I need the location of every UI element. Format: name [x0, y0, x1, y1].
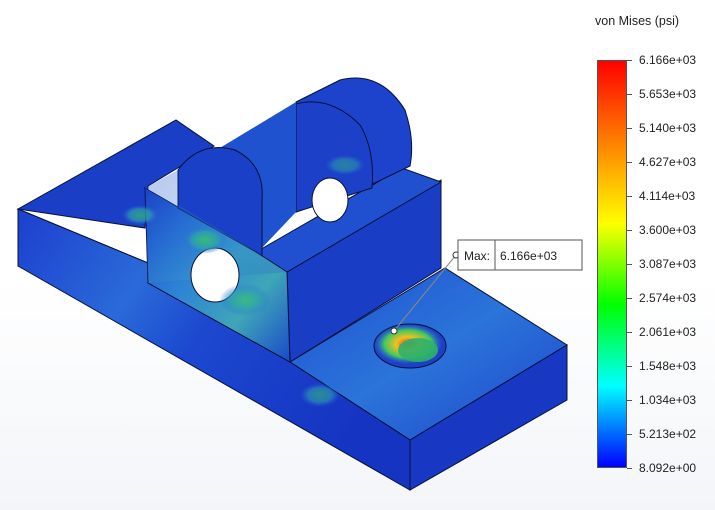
colorbar-tick-label: 8.092e+00 [639, 461, 697, 475]
stress-patch [300, 383, 340, 407]
colorbar-tick-label: 5.653e+03 [639, 87, 697, 101]
colorbar-tick-mark [627, 264, 632, 265]
colorbar-tick-label: 4.627e+03 [639, 155, 697, 169]
stress-patch [219, 284, 271, 316]
colorbar-tick-label: 3.087e+03 [639, 257, 697, 271]
probe-anchor-point[interactable] [390, 327, 398, 335]
colorbar-tick-label: 5.140e+03 [639, 121, 697, 135]
colorbar-tick-mark [627, 94, 632, 95]
colorbar-tick-label: 1.548e+03 [639, 359, 697, 373]
probe-label: Max: [464, 249, 490, 263]
colorbar-tick-mark [627, 434, 632, 435]
back-lug-hole [311, 177, 349, 223]
colorbar-tick-mark [627, 468, 632, 469]
colorbar-tick-mark [627, 128, 632, 129]
stress-patch [122, 205, 158, 225]
colorbar-tick-label: 2.061e+03 [639, 325, 697, 339]
colorbar-tick-label: 3.600e+03 [639, 223, 697, 237]
colorbar-tick-label: 6.166e+03 [639, 53, 697, 67]
colorbar-tick-mark [627, 162, 632, 163]
colorbar-tick-mark [627, 60, 632, 61]
colorbar-tick-label: 2.574e+03 [639, 291, 697, 305]
colorbar [597, 60, 627, 468]
colorbar-tick-mark [627, 400, 632, 401]
colorbar-tick-mark [627, 196, 632, 197]
colorbar-tick-label: 4.114e+03 [639, 189, 696, 203]
stress-patch [325, 155, 365, 175]
colorbar-tick-mark [627, 298, 632, 299]
colorbar-tick-mark [627, 230, 632, 231]
probe-callout[interactable]: Max: 6.166e+03 [457, 239, 583, 271]
legend-title: von Mises (psi) [595, 14, 680, 28]
probe-value: 6.166e+03 [500, 249, 557, 263]
colorbar-tick-label: 1.034e+03 [639, 393, 697, 407]
colorbar-tick-label: 5.213e+02 [639, 427, 697, 441]
hole-inner [398, 338, 438, 362]
stress-patch [183, 226, 227, 254]
colorbar-tick-mark [627, 332, 632, 333]
colorbar-tick-mark [627, 366, 632, 367]
